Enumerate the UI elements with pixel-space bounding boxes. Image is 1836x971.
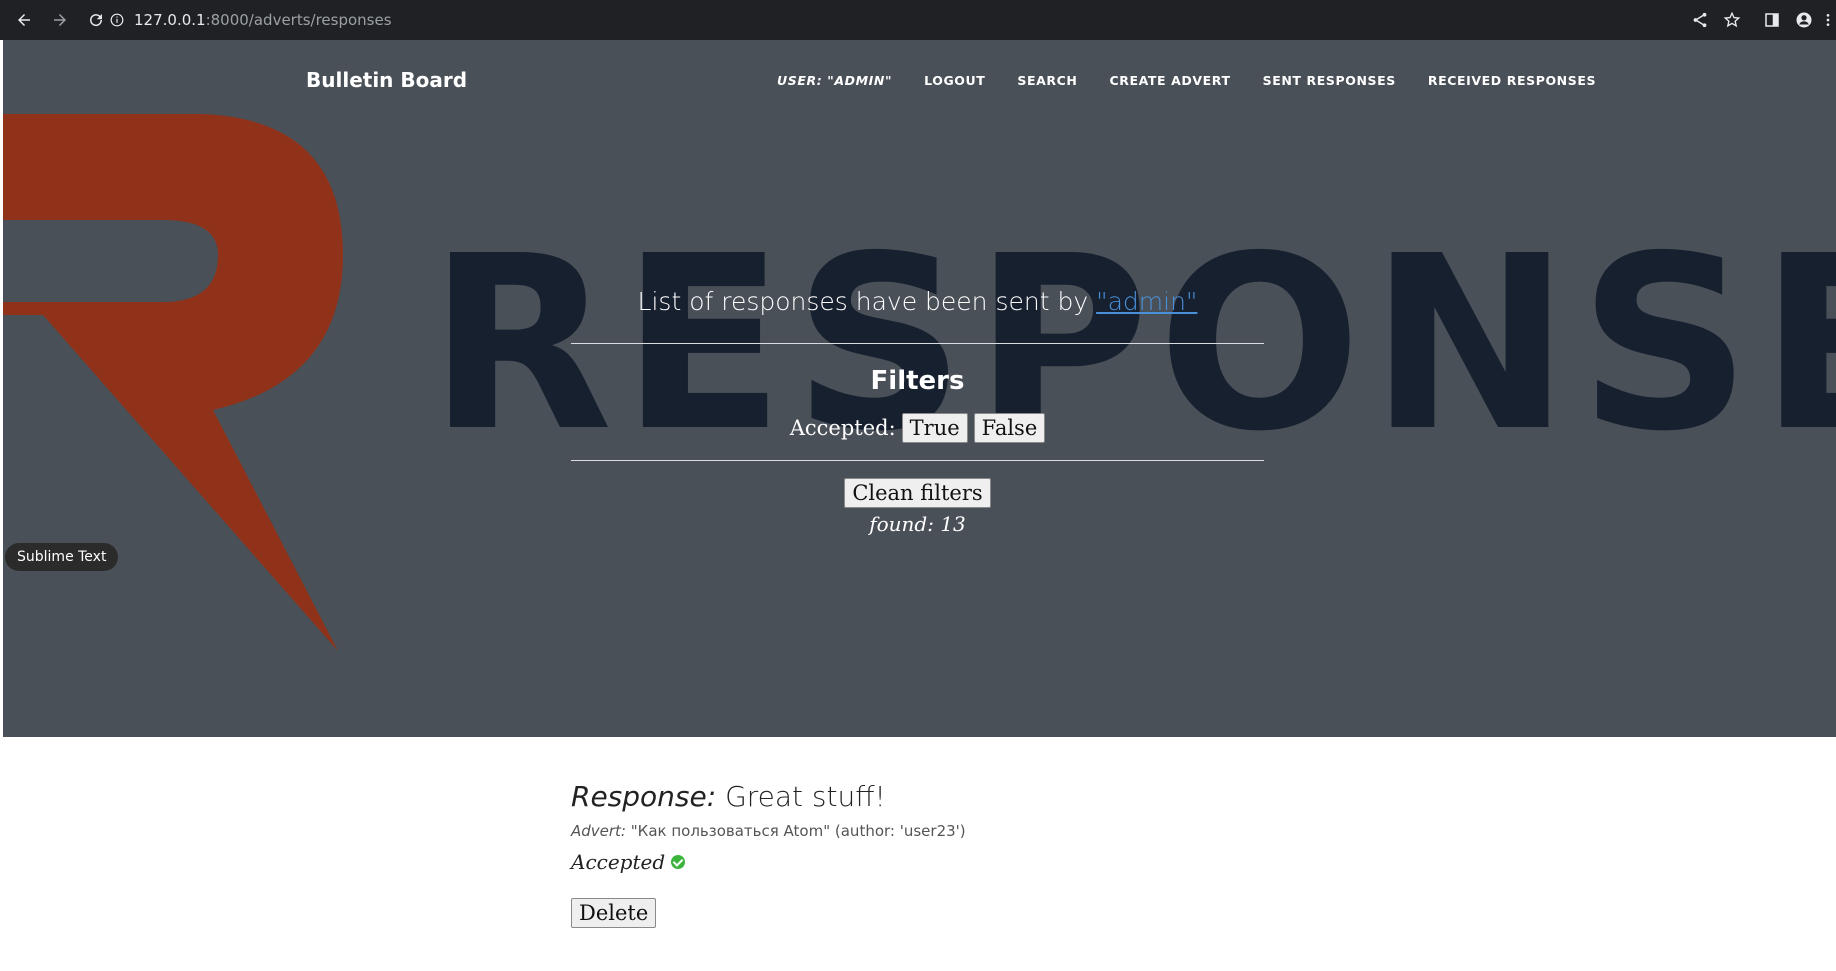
hero-content: List of responses have been sent by "adm… bbox=[571, 240, 1264, 536]
nav-received-responses[interactable]: RECEIVED RESPONSES bbox=[1428, 73, 1596, 88]
page: RESPONSE Bulletin Board USER: "ADMIN" LO… bbox=[3, 40, 1836, 971]
advert-value: "Как пользоваться Atom" (author: 'user23… bbox=[626, 822, 966, 840]
brand-logo[interactable]: Bulletin Board bbox=[306, 68, 467, 92]
response-title: Response: Great stuff! bbox=[571, 780, 1271, 813]
accepted-filter-label: Accepted: bbox=[789, 416, 896, 440]
user-link[interactable]: "admin" bbox=[1096, 287, 1197, 316]
accepted-label: Accepted bbox=[571, 850, 666, 874]
response-title-value: Great stuff! bbox=[716, 780, 886, 813]
delete-button[interactable]: Delete bbox=[571, 898, 657, 928]
back-icon[interactable] bbox=[8, 4, 40, 36]
nav-sent-responses[interactable]: SENT RESPONSES bbox=[1263, 73, 1396, 88]
side-panel-icon[interactable] bbox=[1756, 4, 1788, 36]
response-title-key: Response: bbox=[571, 780, 717, 813]
nav-user[interactable]: USER: "ADMIN" bbox=[777, 73, 892, 88]
filter-true-button[interactable]: True bbox=[901, 413, 968, 443]
filter-false-button[interactable]: False bbox=[973, 413, 1046, 443]
nav-search[interactable]: SEARCH bbox=[1017, 73, 1077, 88]
forward-icon[interactable] bbox=[44, 4, 76, 36]
share-icon[interactable] bbox=[1684, 4, 1716, 36]
heading-text: List of responses have been sent by bbox=[637, 287, 1097, 316]
response-item: Response: Great stuff! Advert: "Как поль… bbox=[571, 780, 1271, 928]
advert-line: Advert: "Как пользоваться Atom" (author:… bbox=[571, 822, 1271, 840]
page-heading: List of responses have been sent by "adm… bbox=[571, 287, 1264, 316]
nav-create-advert[interactable]: CREATE ADVERT bbox=[1109, 73, 1230, 88]
divider-top bbox=[571, 343, 1264, 344]
check-icon bbox=[671, 855, 686, 869]
profile-icon[interactable] bbox=[1788, 4, 1820, 36]
url-host: 127.0.0.1 bbox=[134, 11, 206, 29]
nav-logout[interactable]: LOGOUT bbox=[924, 73, 985, 88]
nav-menu: USER: "ADMIN" LOGOUT SEARCH CREATE ADVER… bbox=[777, 73, 1628, 88]
app-tooltip: Sublime Text bbox=[5, 543, 119, 571]
accepted-filter: Accepted: True False bbox=[571, 413, 1264, 443]
divider-bottom bbox=[571, 460, 1264, 461]
star-icon[interactable] bbox=[1716, 4, 1748, 36]
site-navbar: Bulletin Board USER: "ADMIN" LOGOUT SEAR… bbox=[3, 40, 1836, 120]
accepted-status: Accepted bbox=[571, 850, 1271, 874]
address-bar[interactable]: 127.0.0.1:8000/adverts/responses bbox=[110, 6, 1660, 34]
advert-key: Advert: bbox=[571, 822, 626, 840]
menu-dots-icon[interactable] bbox=[1820, 4, 1836, 36]
browser-actions bbox=[1684, 0, 1836, 40]
clean-filters-button[interactable]: Clean filters bbox=[844, 478, 991, 508]
reload-icon[interactable] bbox=[80, 4, 112, 36]
found-count: found: 13 bbox=[869, 512, 966, 536]
url-path: :8000/adverts/responses bbox=[205, 11, 392, 29]
filters-title: Filters bbox=[870, 366, 965, 396]
hero-section: RESPONSE Bulletin Board USER: "ADMIN" LO… bbox=[3, 40, 1836, 737]
info-icon[interactable] bbox=[110, 13, 124, 27]
browser-toolbar: 127.0.0.1:8000/adverts/responses bbox=[0, 0, 1836, 40]
